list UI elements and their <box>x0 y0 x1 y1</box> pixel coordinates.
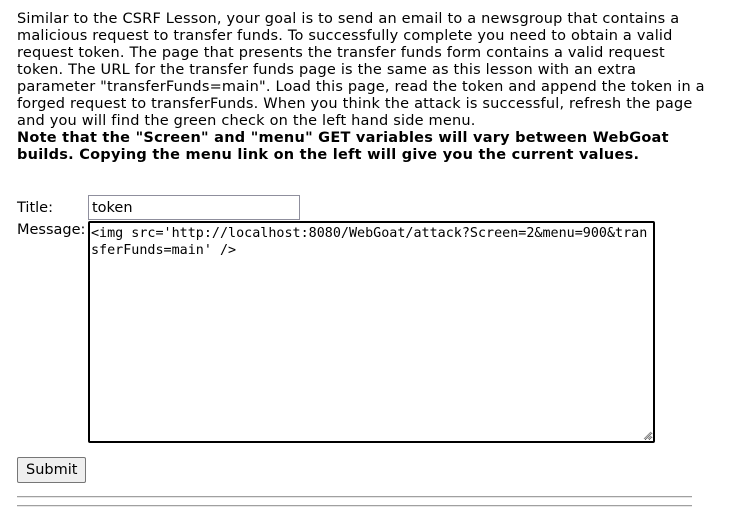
lesson-instructions: Similar to the CSRF Lesson, your goal is… <box>17 11 707 164</box>
instructions-paragraph: Similar to the CSRF Lesson, your goal is… <box>17 11 705 129</box>
instructions-note: Note that the "Screen" and "menu" GET va… <box>17 130 669 163</box>
lesson-page: Similar to the CSRF Lesson, your goal is… <box>0 0 751 508</box>
resize-grip-icon[interactable] <box>642 430 652 440</box>
divider <box>17 505 692 507</box>
message-textarea[interactable]: <img src='http://localhost:8080/WebGoat/… <box>88 221 655 443</box>
title-input[interactable] <box>88 195 300 220</box>
submit-button[interactable]: Submit <box>17 457 87 483</box>
message-label: Message: <box>17 222 86 238</box>
title-label: Title: <box>17 200 53 216</box>
divider <box>17 496 692 498</box>
